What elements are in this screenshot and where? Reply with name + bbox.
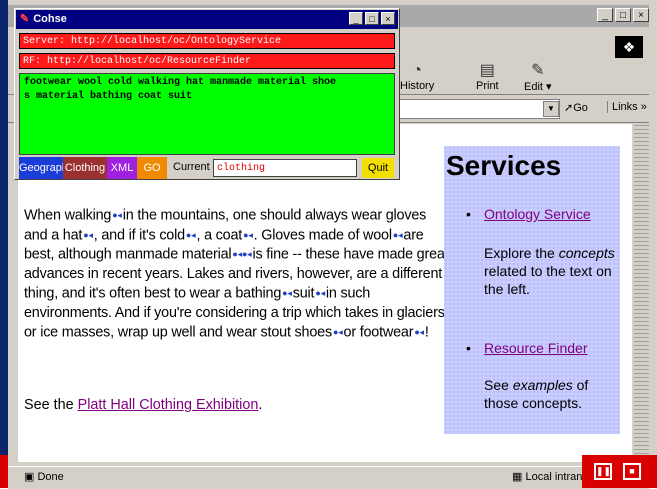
- services-heading: Services: [446, 150, 562, 181]
- print-icon: ▤: [479, 62, 495, 79]
- geography-button[interactable]: Geography: [19, 157, 73, 179]
- cohse-window-controls: _ □ ×: [349, 12, 395, 25]
- intranet-icon: ▦: [512, 471, 523, 483]
- history-icon: ◔: [412, 62, 422, 79]
- close-icon[interactable]: ×: [633, 8, 649, 22]
- main-paragraph: When walking●◂in the mountains, one shou…: [24, 206, 449, 342]
- ontology-service-link[interactable]: Ontology Service: [484, 206, 591, 222]
- concept-terms-area[interactable]: footwear wool cold walking hat manmade m…: [19, 73, 395, 155]
- concept-marker-icon[interactable]: ●◂: [83, 226, 93, 245]
- quit-button[interactable]: Quit: [362, 158, 394, 178]
- concept-marker-icon[interactable]: ●◂: [186, 226, 196, 245]
- minimize-icon[interactable]: _: [597, 8, 613, 22]
- bullet-icon: •: [466, 340, 471, 356]
- stop-icon[interactable]: ■: [623, 463, 641, 480]
- background-window-red-edge: [0, 455, 8, 488]
- cohse-app-icon: ✎: [20, 13, 30, 25]
- page-icon: ▣: [24, 471, 35, 483]
- xml-button[interactable]: XML: [107, 157, 137, 179]
- links-button[interactable]: Links »: [607, 101, 647, 113]
- services-panel: Services • Ontology Service Explore the …: [444, 146, 620, 434]
- server-url-field[interactable]: Server: http://localhost/oc/OntologyServ…: [19, 33, 395, 49]
- resource-finder-url-field[interactable]: RF: http://localhost/oc/ResourceFinder: [19, 53, 395, 69]
- pause-icon[interactable]: ❚❚: [594, 463, 612, 480]
- current-ontology-input[interactable]: clothing: [213, 159, 357, 177]
- edit-button[interactable]: ✎ Edit ▾: [524, 62, 552, 93]
- platt-hall-link[interactable]: Platt Hall Clothing Exhibition: [78, 397, 259, 413]
- chevron-down-icon[interactable]: ▼: [543, 101, 559, 117]
- bullet-icon: •: [466, 206, 471, 222]
- concept-marker-icon[interactable]: ●◂: [315, 284, 325, 303]
- concept-marker-icon[interactable]: ●◂●◂: [232, 245, 251, 264]
- status-zone: ▦ Local intran: [512, 471, 583, 483]
- close-icon[interactable]: ×: [381, 12, 395, 25]
- status-text: ▣ Done: [24, 471, 64, 483]
- status-bar: ▣ Done ▦ Local intran: [8, 466, 649, 489]
- recording-controls: ❚❚ ■: [582, 455, 657, 488]
- browser-logo-icon: ❖: [615, 36, 643, 58]
- edit-icon: ✎: [531, 62, 545, 79]
- concept-marker-icon[interactable]: ●◂: [112, 206, 122, 225]
- concept-marker-icon[interactable]: ●◂: [333, 323, 343, 342]
- vertical-scrollbar[interactable]: [634, 124, 649, 462]
- cohse-window: ✎ Cohse _ □ × Server: http://localhost/oc…: [14, 8, 400, 180]
- concept-marker-icon[interactable]: ●◂: [282, 284, 292, 303]
- see-line: See the Platt Hall Clothing Exhibition.: [24, 397, 263, 413]
- resource-finder-description: See examples of those concepts.: [484, 377, 589, 411]
- concept-marker-icon[interactable]: ●◂: [414, 323, 424, 342]
- address-input[interactable]: [398, 99, 560, 119]
- background-window-edge: [0, 0, 8, 488]
- resource-finder-link[interactable]: Resource Finder: [484, 340, 588, 356]
- browser-window-controls: _ □ ×: [597, 8, 649, 22]
- cohse-button-row: Geography Clothing XML GO Current clothi…: [19, 157, 395, 179]
- print-button[interactable]: ▤ Print: [476, 62, 499, 92]
- maximize-icon[interactable]: □: [365, 12, 379, 25]
- cohse-titlebar[interactable]: ✎ Cohse: [16, 10, 398, 29]
- go-ontology-button[interactable]: GO: [137, 157, 167, 179]
- concept-marker-icon[interactable]: ●◂: [393, 226, 403, 245]
- ontology-service-description: Explore the concepts related to the text…: [484, 245, 615, 297]
- maximize-icon[interactable]: □: [615, 8, 631, 22]
- concept-marker-icon[interactable]: ●◂: [243, 226, 253, 245]
- minimize-icon[interactable]: _: [349, 12, 363, 25]
- clothing-button[interactable]: Clothing: [63, 157, 107, 179]
- history-button[interactable]: ◔ History: [400, 62, 434, 92]
- current-label: Current: [173, 161, 210, 173]
- go-button[interactable]: ➚Go: [564, 101, 588, 114]
